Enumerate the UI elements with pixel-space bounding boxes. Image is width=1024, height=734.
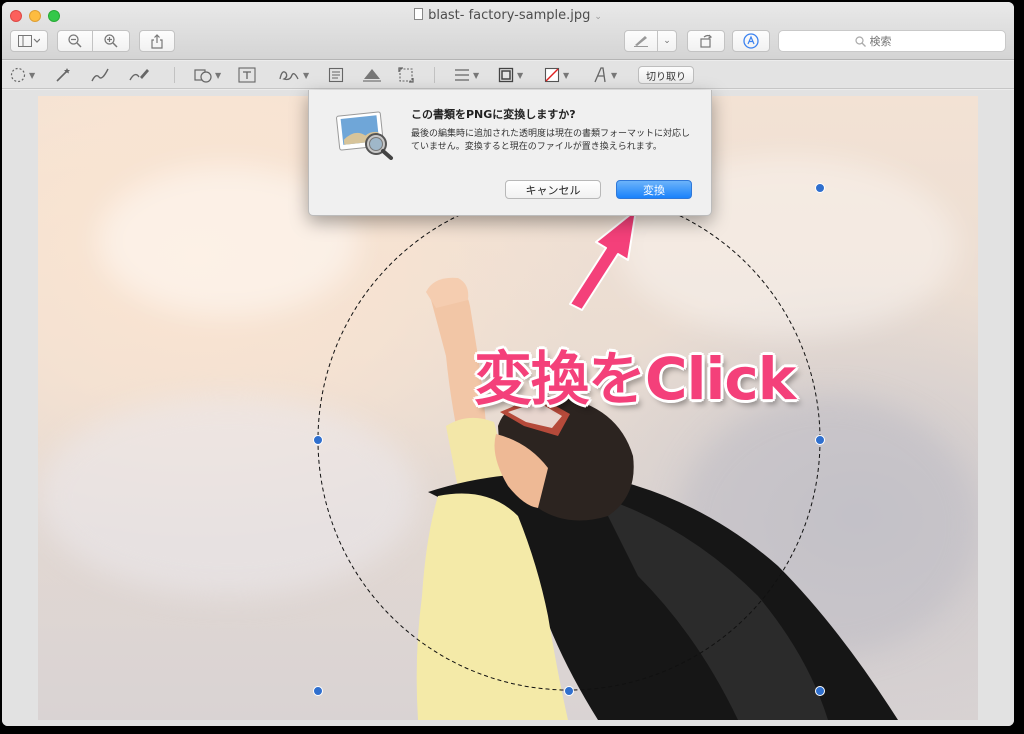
fill-color-tool[interactable]: ▼ bbox=[544, 65, 569, 85]
dialog-message: 最後の編集時に追加された透明度は現在の書類フォーマットに対応していません。変換す… bbox=[411, 129, 691, 152]
line-style-icon bbox=[455, 69, 469, 81]
share-button[interactable] bbox=[139, 30, 175, 52]
zoom-in-icon bbox=[104, 34, 118, 48]
search-field[interactable] bbox=[778, 30, 1006, 52]
note-icon bbox=[328, 67, 344, 83]
sidebar-button[interactable] bbox=[10, 30, 48, 52]
chevron-down-icon[interactable]: ⌄ bbox=[594, 12, 602, 22]
pen-dropdown[interactable]: ⌄ bbox=[657, 30, 677, 52]
share-icon bbox=[151, 33, 163, 49]
chevron-down-icon: ▼ bbox=[611, 70, 618, 80]
instant-alpha-tool[interactable] bbox=[54, 65, 72, 85]
selection-handle[interactable] bbox=[815, 183, 825, 193]
shapes-tool[interactable]: ▼ bbox=[194, 65, 221, 85]
search-icon bbox=[854, 35, 866, 47]
text-style-icon bbox=[594, 67, 606, 83]
crop-button[interactable]: 切り取り bbox=[638, 66, 694, 84]
toolbar-divider bbox=[174, 67, 175, 83]
sketch-icon bbox=[91, 68, 109, 82]
toolbar-divider bbox=[434, 67, 435, 83]
markup-icon bbox=[743, 33, 759, 49]
cancel-button[interactable]: キャンセル bbox=[505, 180, 601, 199]
pen-button[interactable] bbox=[624, 30, 658, 52]
search-input[interactable] bbox=[869, 34, 930, 48]
magic-wand-icon bbox=[56, 68, 70, 82]
selection-icon bbox=[10, 67, 26, 83]
chevron-down-icon: ⌄ bbox=[663, 36, 671, 46]
rotate-icon bbox=[700, 34, 713, 48]
draw-tool[interactable] bbox=[128, 65, 150, 85]
draw-icon bbox=[129, 69, 149, 81]
preview-window: blast- factory-sample.jpg ⌄ ⌄ 検索 ▼ ▼ ▼ ▼… bbox=[2, 2, 1014, 726]
note-tool[interactable] bbox=[328, 65, 344, 85]
line-style-tool[interactable]: ▼ bbox=[454, 65, 479, 85]
convert-dialog: この書類をPNGに変換しますか? 最後の編集時に追加された透明度は現在の書類フォ… bbox=[308, 90, 712, 216]
window-title: blast- factory-sample.jpg bbox=[428, 8, 591, 23]
convert-button[interactable]: 変換 bbox=[616, 180, 692, 199]
selection-handle[interactable] bbox=[815, 435, 825, 445]
chevron-down-icon: ▼ bbox=[517, 70, 524, 80]
chevron-down-icon: ▼ bbox=[473, 70, 480, 80]
selection-tool[interactable]: ▼ bbox=[10, 65, 35, 85]
markup-toolbar-button[interactable] bbox=[732, 30, 770, 52]
shapes-icon bbox=[194, 69, 212, 83]
fill-color-icon bbox=[544, 67, 560, 83]
rotate-button[interactable] bbox=[687, 30, 725, 52]
sidebar-icon bbox=[18, 35, 40, 47]
titlebar: blast- factory-sample.jpg ⌄ ⌄ bbox=[2, 2, 1014, 60]
selection-handle[interactable] bbox=[313, 435, 323, 445]
document-icon bbox=[414, 8, 424, 20]
border-color-icon bbox=[498, 67, 514, 83]
chevron-down-icon: ▼ bbox=[303, 70, 310, 80]
pen-icon bbox=[634, 36, 648, 47]
annotation-text: 変換をClick bbox=[474, 345, 796, 413]
chevron-down-icon: ▼ bbox=[215, 70, 222, 80]
zoom-in-button[interactable] bbox=[92, 30, 130, 52]
selection-handle[interactable] bbox=[815, 686, 825, 696]
border-color-tool[interactable]: ▼ bbox=[498, 65, 523, 85]
window-title-area: blast- factory-sample.jpg ⌄ bbox=[2, 8, 1014, 23]
text-tool[interactable] bbox=[238, 65, 256, 85]
adjust-color-icon bbox=[363, 69, 381, 82]
zoom-out-icon bbox=[68, 34, 82, 48]
zoom-out-button[interactable] bbox=[57, 30, 93, 52]
sketch-tool[interactable] bbox=[90, 65, 110, 85]
dialog-title: この書類をPNGに変換しますか? bbox=[411, 108, 576, 121]
chevron-down-icon: ▼ bbox=[563, 70, 570, 80]
text-icon bbox=[238, 67, 256, 83]
chevron-down-icon: ▼ bbox=[29, 70, 36, 80]
signature-tool[interactable]: ▼ bbox=[278, 65, 309, 85]
markup-toolbar: ▼ ▼ ▼ ▼ ▼ ▼ ▼ 切り取り bbox=[2, 61, 1014, 89]
selection-handle[interactable] bbox=[564, 686, 574, 696]
adjust-size-tool[interactable] bbox=[398, 65, 414, 85]
preview-app-icon bbox=[336, 111, 393, 160]
signature-icon bbox=[279, 71, 299, 81]
text-style-tool[interactable]: ▼ bbox=[592, 65, 617, 85]
adjust-color-tool[interactable] bbox=[362, 65, 382, 85]
selection-handle[interactable] bbox=[313, 686, 323, 696]
adjust-size-icon bbox=[398, 67, 414, 83]
